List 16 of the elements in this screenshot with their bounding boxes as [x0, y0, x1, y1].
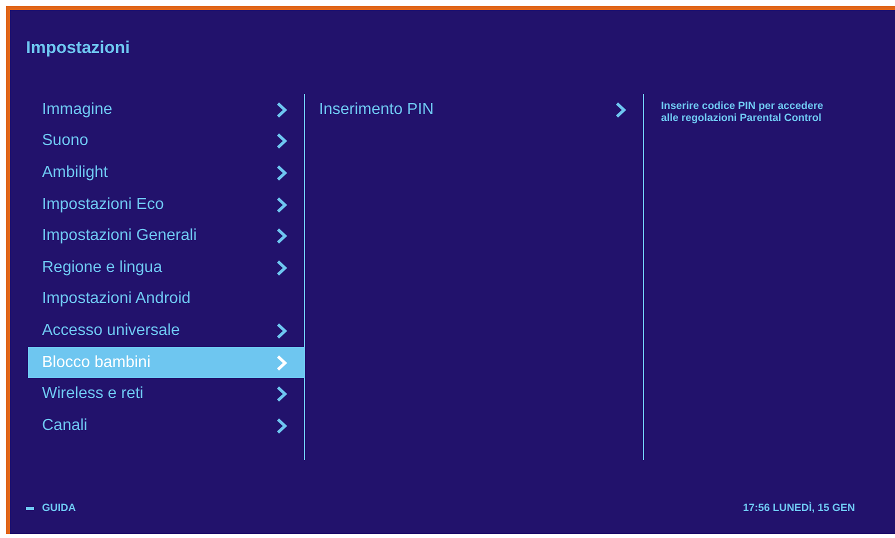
page-title: Impostazioni	[26, 38, 130, 58]
guide-label[interactable]: GUIDA	[42, 502, 76, 514]
menu-item[interactable]: Immagine	[28, 94, 304, 126]
menu-item[interactable]: Regione e lingua	[28, 252, 304, 284]
menu-item[interactable]: Impostazioni Android	[28, 284, 304, 316]
menu-item[interactable]: Impostazioni Eco	[28, 188, 304, 220]
minus-icon	[26, 506, 34, 510]
menu-item[interactable]: Inserimento PIN	[305, 94, 643, 126]
menu-item[interactable]: Ambilight	[28, 157, 304, 189]
menu-item[interactable]: Accesso universale	[28, 315, 304, 347]
menu-item[interactable]: Suono	[28, 126, 304, 158]
clock-text: 17:56 LUNEDÌ, 15 GEN	[742, 502, 855, 514]
help-text: Inserire codice PIN per accedere alle regolazioni Parental Control	[661, 100, 824, 124]
menu-item[interactable]: Canali	[28, 410, 304, 442]
menu-item[interactable]: Impostazioni Generali	[28, 220, 304, 252]
menu-item[interactable]: Wireless e reti	[28, 378, 304, 410]
